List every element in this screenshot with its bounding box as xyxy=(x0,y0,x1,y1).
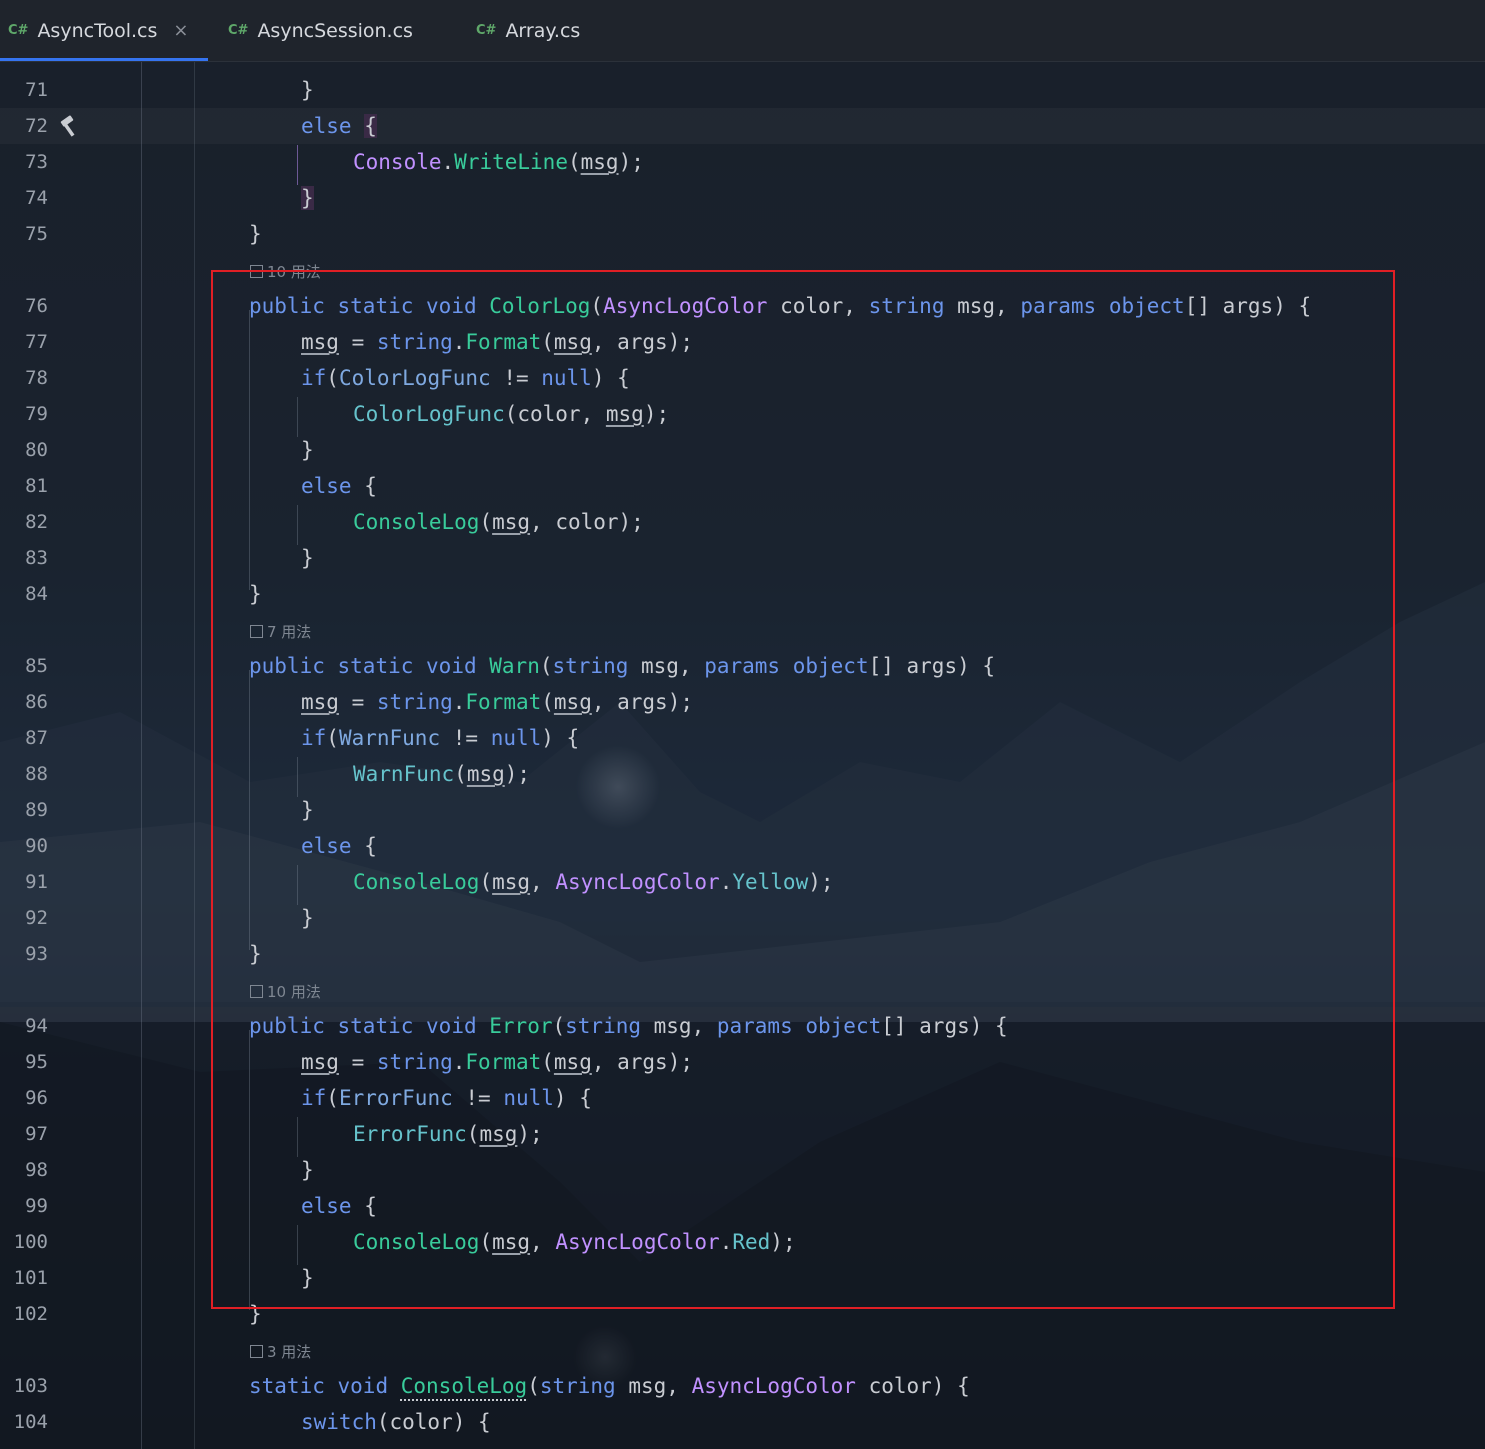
line-number[interactable]: 84 xyxy=(0,576,48,612)
method-name: ConsoleLog xyxy=(400,1374,528,1398)
editor-tab-bar: C# AsyncTool.cs × C# AsyncSession.cs C# … xyxy=(0,0,1485,62)
identifier: msg xyxy=(580,150,619,174)
punct: ( xyxy=(567,150,581,174)
line-number[interactable]: 79 xyxy=(0,396,48,432)
line-number[interactable]: 80 xyxy=(0,432,48,468)
csharp-file-icon: C# xyxy=(228,23,249,38)
type-name: Console xyxy=(353,150,442,174)
line-number[interactable]: 83 xyxy=(0,540,48,576)
line-number[interactable]: 100 xyxy=(0,1224,48,1260)
line-number[interactable]: 94 xyxy=(0,1008,48,1044)
line-number[interactable]: 90 xyxy=(0,828,48,864)
brace: } xyxy=(249,222,262,246)
method-name: WriteLine xyxy=(454,150,568,174)
tab-asynctool[interactable]: C# AsyncTool.cs × xyxy=(8,0,188,61)
line-number[interactable]: 85 xyxy=(0,648,48,684)
line-number[interactable]: 86 xyxy=(0,684,48,720)
line-number[interactable]: 101 xyxy=(0,1260,48,1296)
type-name: AsyncLogColor xyxy=(691,1374,856,1398)
code-line-75[interactable]: } xyxy=(249,216,262,252)
line-number[interactable]: 96 xyxy=(0,1080,48,1116)
csharp-file-icon: C# xyxy=(476,23,497,38)
line-number[interactable]: 89 xyxy=(0,792,48,828)
punct: ); xyxy=(618,150,644,174)
highlight-box xyxy=(211,270,1395,1309)
fold-divider xyxy=(194,62,195,1449)
line-number[interactable]: 78 xyxy=(0,360,48,396)
tab-label: AsyncSession.cs xyxy=(257,19,413,42)
tab-asyncsession[interactable]: C# AsyncSession.cs xyxy=(228,0,413,61)
punct: ( xyxy=(527,1374,540,1398)
code-line-71[interactable]: } xyxy=(301,72,314,108)
code-line-72[interactable]: else { xyxy=(301,108,377,144)
line-number[interactable]: 103 xyxy=(0,1368,48,1404)
line-number[interactable]: 93 xyxy=(0,936,48,972)
punct: . xyxy=(441,150,455,174)
line-number[interactable]: 92 xyxy=(0,900,48,936)
current-line-highlight xyxy=(0,108,1485,144)
line-number[interactable]: 75 xyxy=(0,216,48,252)
close-icon[interactable]: × xyxy=(173,20,188,41)
punct: (color) { xyxy=(376,1410,491,1434)
line-number[interactable]: 87 xyxy=(0,720,48,756)
line-number[interactable]: 97 xyxy=(0,1116,48,1152)
line-number[interactable]: 98 xyxy=(0,1152,48,1188)
active-tab-indicator xyxy=(0,58,208,61)
param: color) { xyxy=(855,1374,970,1398)
keyword: void xyxy=(337,1374,389,1398)
line-number[interactable]: 102 xyxy=(0,1296,48,1332)
code-line-73[interactable]: Console.WriteLine(msg); xyxy=(353,144,644,180)
code-line-74[interactable]: } xyxy=(301,180,314,216)
tab-label: AsyncTool.cs xyxy=(37,19,158,42)
matched-brace: } xyxy=(301,186,314,210)
tab-label: Array.cs xyxy=(505,19,581,42)
line-number[interactable]: 74 xyxy=(0,180,48,216)
tab-array[interactable]: C# Array.cs xyxy=(476,0,580,61)
code-line-103[interactable]: static void ConsoleLog(string msg, Async… xyxy=(249,1368,970,1404)
line-number[interactable]: 95 xyxy=(0,1044,48,1080)
matched-brace: { xyxy=(364,114,377,138)
line-number[interactable]: 73 xyxy=(0,144,48,180)
line-number[interactable]: 71 xyxy=(0,72,48,108)
code-line-104[interactable]: switch(color) { xyxy=(301,1404,491,1440)
keyword: string xyxy=(539,1374,616,1398)
brace: } xyxy=(301,78,314,102)
keyword: static xyxy=(249,1374,325,1398)
line-number[interactable]: 81 xyxy=(0,468,48,504)
usages-icon xyxy=(250,1345,263,1358)
line-number[interactable]: 104 xyxy=(0,1404,48,1440)
line-number[interactable]: 91 xyxy=(0,864,48,900)
usage-hint-label: 3 用法 xyxy=(267,1343,312,1361)
line-number[interactable]: 76 xyxy=(0,288,48,324)
indent-guide xyxy=(297,145,298,185)
line-number[interactable]: 82 xyxy=(0,504,48,540)
build-hammer-icon[interactable] xyxy=(58,113,84,139)
line-number[interactable]: 88 xyxy=(0,756,48,792)
line-number[interactable]: 72 xyxy=(0,108,48,144)
keyword: switch xyxy=(301,1410,377,1434)
gutter-divider xyxy=(141,62,142,1449)
keyword: else xyxy=(301,114,352,138)
line-number[interactable]: 77 xyxy=(0,324,48,360)
csharp-file-icon: C# xyxy=(8,23,29,38)
param: msg, xyxy=(615,1374,692,1398)
line-number[interactable]: 99 xyxy=(0,1188,48,1224)
usage-hint[interactable]: 3 用法 xyxy=(250,1334,311,1370)
